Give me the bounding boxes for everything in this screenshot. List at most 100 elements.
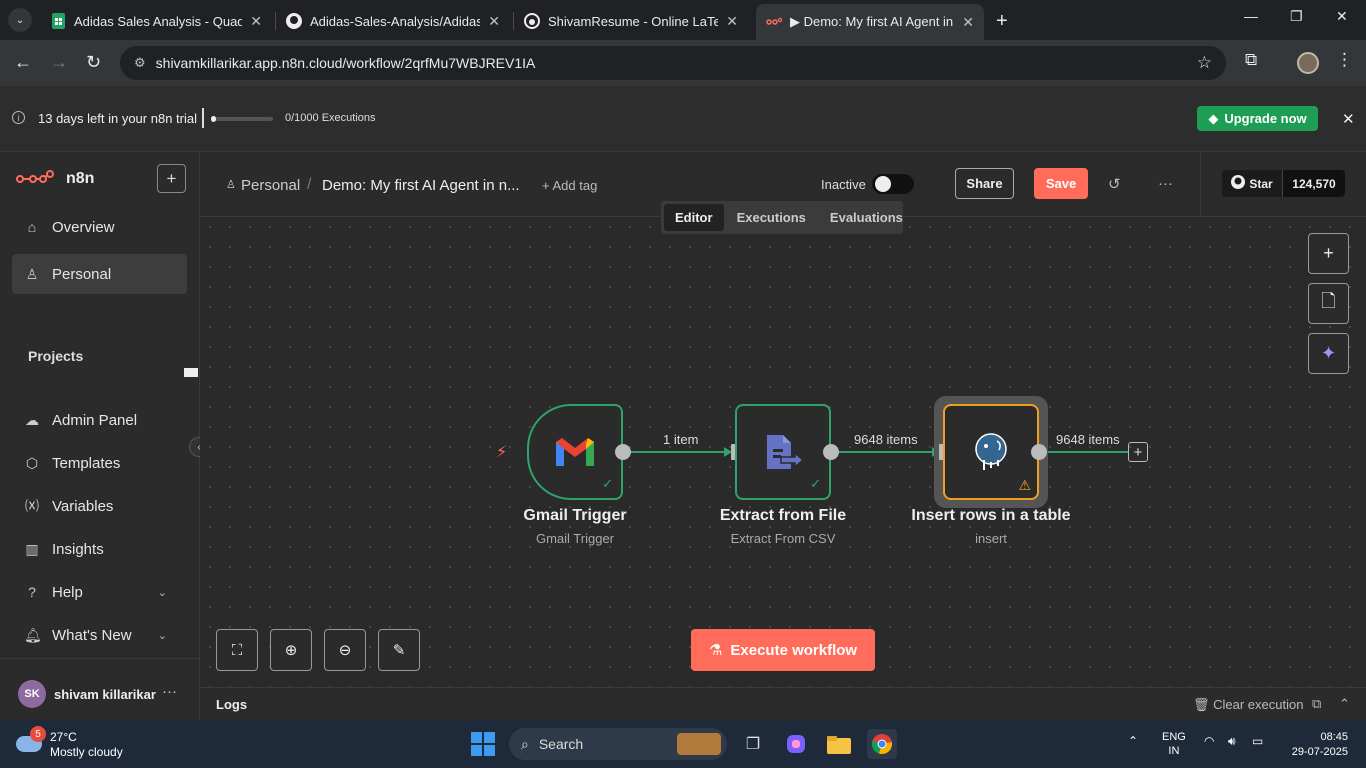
save-button[interactable]: Save [1034,168,1088,199]
close-tab-icon[interactable]: ✕ [962,14,974,31]
browser-tab-active[interactable]: ▶ Demo: My first AI Agent in n8 ✕ [756,4,984,40]
chevron-up-icon[interactable]: ⌃ [1339,696,1350,712]
avatar: SK [18,680,46,708]
execute-workflow-button[interactable]: ⚗︎ Execute workflow [691,629,875,671]
bell-icon: 🔔︎ [24,626,42,643]
share-button[interactable]: Share [955,168,1014,199]
executions-progress [211,117,273,121]
language-indicator[interactable]: ENG IN [1162,730,1186,758]
popout-icon[interactable]: ⧉ [1312,696,1321,712]
extract-file-icon [767,435,803,469]
volume-icon[interactable]: 🔊︎ [1228,734,1236,749]
node-insert-rows[interactable]: ⚠︎ [943,404,1039,500]
zoom-in-button[interactable]: ⊕ [270,629,312,671]
sidebar-item-insights[interactable]: ▥ Insights [12,529,187,569]
success-check-icon: ✓ [810,476,821,491]
task-view-icon[interactable]: ❐ [738,729,768,759]
warning-icon: ⚠︎ [1018,477,1031,493]
sidebar-item-variables[interactable]: ⒳ Variables [12,486,187,526]
active-toggle[interactable] [872,174,914,194]
edge-label: 9648 items [1056,432,1120,447]
clear-execution-button[interactable]: 🗑︎ Clear execution [1193,697,1303,713]
tab-title: Adidas-Sales-Analysis/Adidas U [310,13,481,29]
add-tag-button[interactable]: + Add tag [542,178,597,193]
executions-text: 0/1000 Executions [285,112,376,124]
sidebar-item-whats-new[interactable]: 🔔︎ What's New ⌄ [12,615,187,655]
more-icon[interactable]: ··· [1158,175,1173,192]
sidebar-item-personal[interactable]: ♙ Personal [12,254,187,294]
browser-tab[interactable]: ShivamResume - Online LaTeX E ✕ [514,6,748,36]
restore-icon[interactable]: ❐ [1290,8,1303,25]
chrome-taskbar-icon[interactable] [867,729,897,759]
upgrade-button[interactable]: ◆ Upgrade now [1197,106,1318,131]
address-bar[interactable]: ⚙ shivamkillarikar.app.n8n.cloud/workflo… [120,46,1226,80]
taskbar-search[interactable]: ⌕ Search [509,728,727,760]
node-extract-from-file[interactable]: ✓ [735,404,831,500]
clock[interactable]: 08:45 29-07-2025 [1284,730,1348,760]
sidebar-item-label: Templates [52,454,121,472]
close-tab-icon[interactable]: ✕ [250,13,262,30]
tray-chevron-up-icon[interactable]: ⌃ [1128,734,1138,748]
copilot-icon[interactable] [781,729,811,759]
history-icon[interactable]: ↺ [1108,175,1121,193]
new-tab-button[interactable]: + [996,10,1008,33]
github-star-button[interactable]: Star 124,570 [1222,170,1345,197]
close-tab-icon[interactable]: ✕ [488,13,500,30]
sidebar-item-label: Personal [52,265,112,283]
chrome-menu-icon[interactable]: ⋮ [1336,50,1353,70]
sidebar-item-overview[interactable]: ⌂ Overview [12,207,187,247]
create-button[interactable]: + [157,164,186,193]
sidebar: n8n + ⌂ Overview ♙ Personal Projects ☁ A… [0,152,200,720]
user-menu[interactable]: SK shivam killarikar ··· [0,658,200,720]
back-icon[interactable]: ← [14,52,32,73]
node-gmail-trigger[interactable]: ✓ [527,404,623,500]
profile-avatar[interactable] [1297,52,1319,74]
browser-tab[interactable]: Adidas Sales Analysis - Quadrat ✕ [40,6,272,36]
close-banner-icon[interactable]: ✕ [1342,110,1355,128]
github-icon [1231,175,1246,192]
tidy-up-button[interactable]: ✎ [378,629,420,671]
tab-search-button[interactable]: ⌄ [8,8,32,32]
file-explorer-icon[interactable] [824,729,854,759]
breadcrumb-personal[interactable]: Personal [241,177,300,194]
workflow-canvas[interactable]: Editor Executions Evaluations + 🗋︎ ✦ ⚡︎ … [200,201,1366,687]
add-next-node-button[interactable]: + [1128,442,1148,462]
close-window-icon[interactable]: ✕ [1336,8,1348,25]
bookmark-star-icon[interactable]: ☆ [1197,53,1212,73]
execute-label: Execute workflow [730,641,858,659]
sidebar-item-templates[interactable]: ⬡ Templates [12,443,187,483]
url-text: shivamkillarikar.app.n8n.cloud/workflow/… [155,55,536,71]
forward-icon[interactable]: → [50,52,68,73]
sidebar-item-help[interactable]: ? Help ⌄ [12,572,187,612]
search-label: Search [538,736,584,752]
site-settings-icon[interactable]: ⚙ [134,55,146,71]
workflow-title[interactable]: Demo: My first AI Agent in n... [322,177,520,194]
browser-tab[interactable]: Adidas-Sales-Analysis/Adidas U ✕ [276,6,510,36]
tab-title: Adidas Sales Analysis - Quadrat [74,13,243,29]
fit-view-icon: ⛶ [231,641,243,659]
battery-icon[interactable]: ▭ [1252,734,1263,748]
minimize-icon[interactable]: — [1244,8,1258,24]
output-handle[interactable] [615,444,631,460]
wifi-icon[interactable]: ◠ [1204,734,1214,748]
chevron-down-icon: ⌄ [157,586,167,599]
output-handle[interactable] [823,444,839,460]
trial-text: 13 days left in your n8n trial [38,111,197,126]
output-handle[interactable] [1031,444,1047,460]
n8n-logo[interactable]: n8n [16,170,94,188]
clock-time: 08:45 [1320,731,1348,743]
start-button[interactable] [471,732,495,756]
more-icon[interactable]: ··· [162,683,177,700]
sidebar-item-admin-panel[interactable]: ☁ Admin Panel [12,400,187,440]
banner-divider [202,108,204,128]
search-icon: ⌕ [521,735,529,752]
extensions-icon[interactable]: ⧉ [1245,50,1257,70]
logs-panel[interactable]: Logs 🗑︎ Clear execution ⧉ ⌃ [200,687,1366,720]
tab-title: ShivamResume - Online LaTeX E [548,13,719,29]
reload-icon[interactable]: ↻ [86,52,101,73]
fit-view-button[interactable]: ⛶ [216,629,258,671]
close-tab-icon[interactable]: ✕ [726,13,738,30]
star-label: Star [1249,176,1273,191]
zoom-out-button[interactable]: ⊖ [324,629,366,671]
github-icon [286,13,302,29]
